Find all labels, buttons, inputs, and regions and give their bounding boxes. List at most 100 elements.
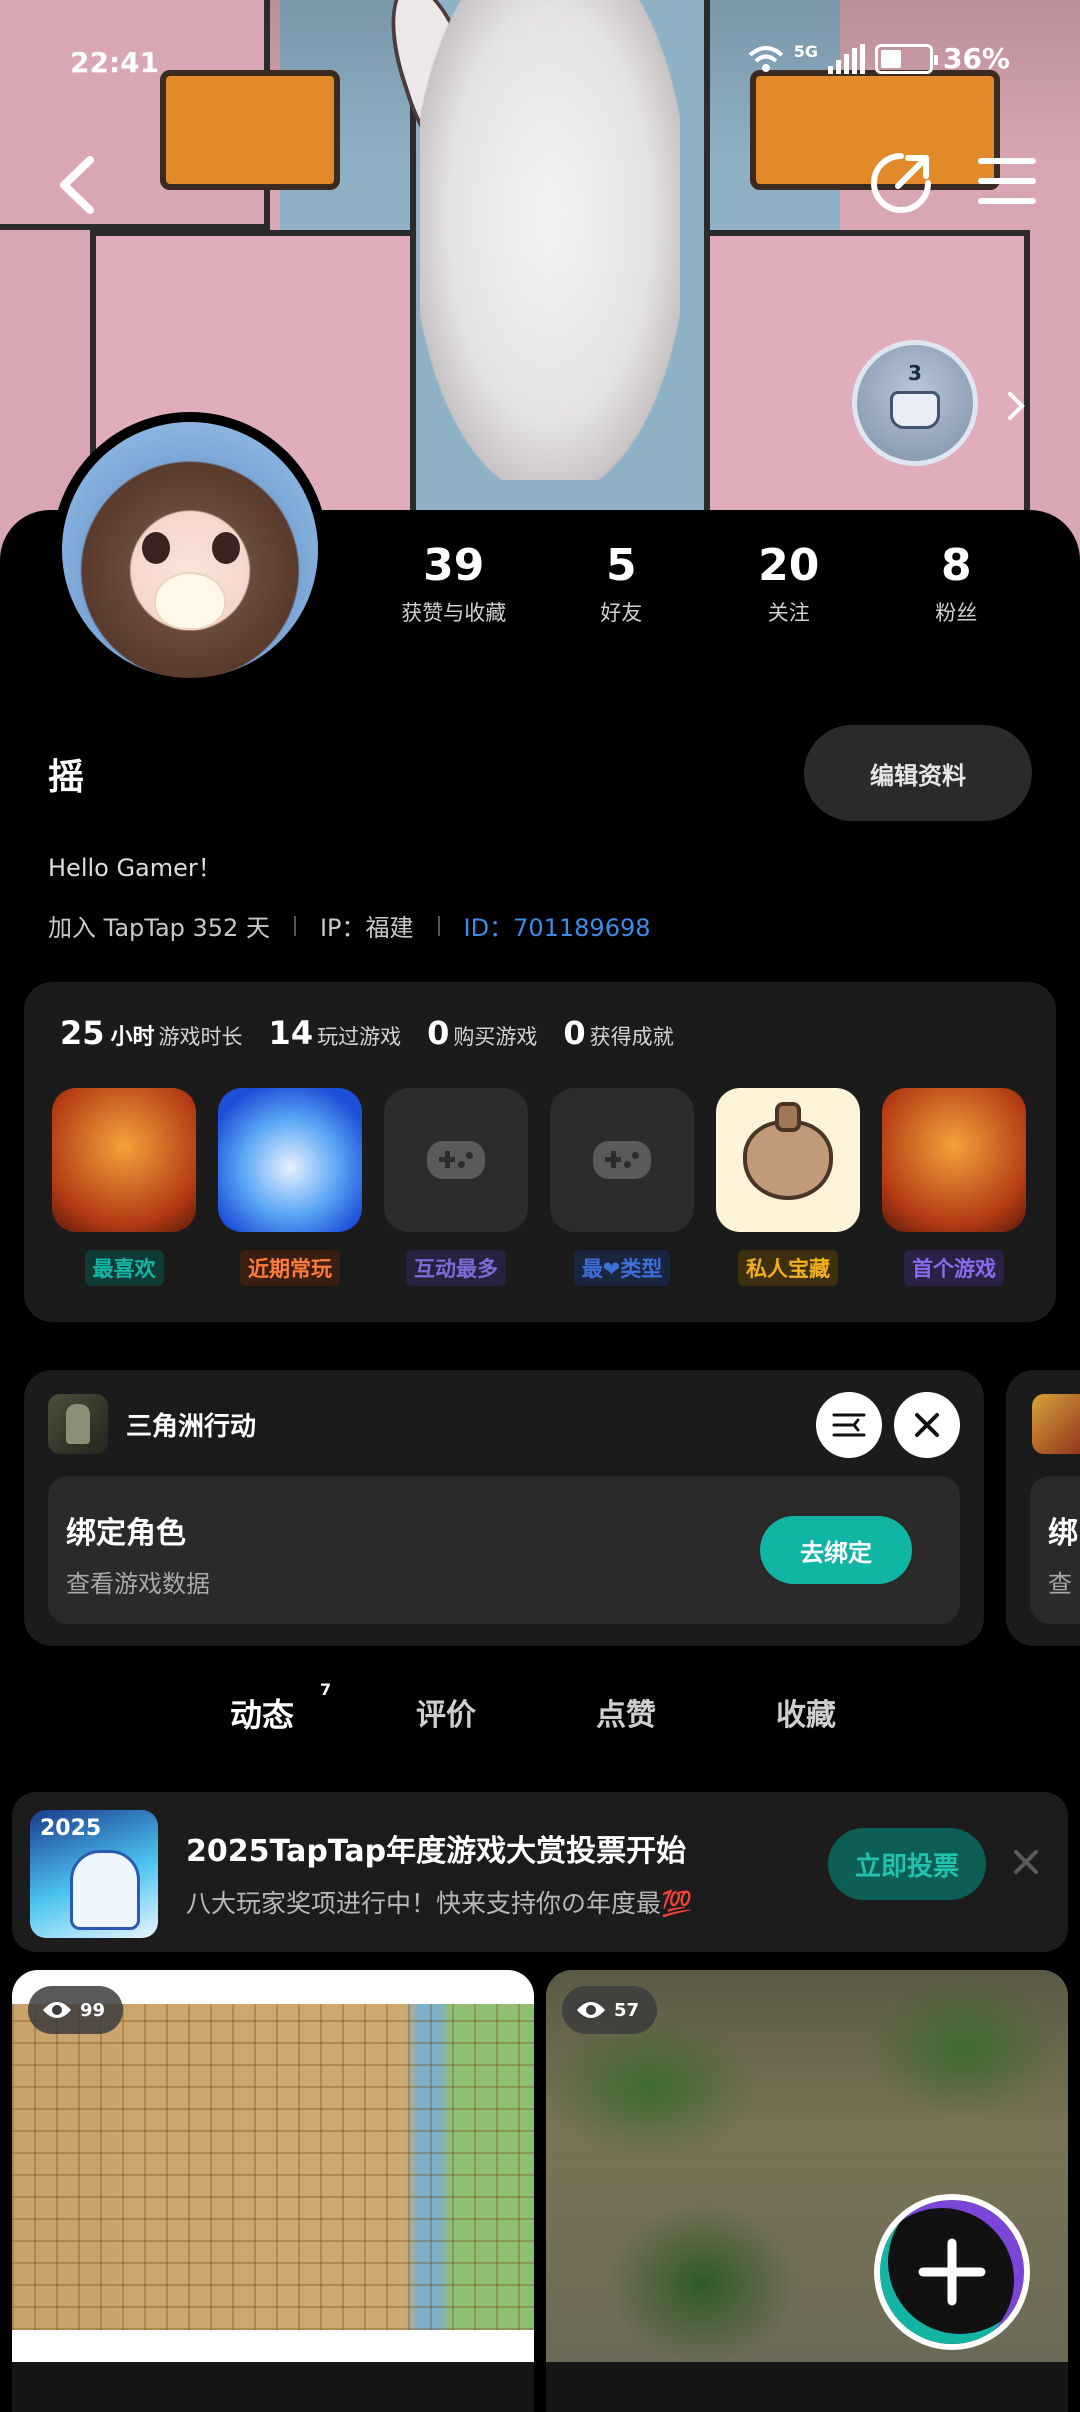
stat-number: 0 <box>563 1014 586 1052</box>
tile-label: 首个游戏 <box>904 1250 1004 1286</box>
bind-role-card-next[interactable]: 绑 查 <box>1006 1370 1080 1646</box>
eye-icon <box>43 2002 71 2018</box>
network-type: 5G <box>793 42 818 61</box>
bind-role-title: 绑定角色 <box>66 1516 186 1551</box>
profile-tabs: 动态 7 评价 点赞 收藏 <box>0 1680 1080 1760</box>
tile-first-game[interactable]: 首个游戏 <box>882 1088 1026 1286</box>
tile-favorite[interactable]: 最喜欢 <box>52 1088 196 1286</box>
games-bought[interactable]: 0 购买游戏 <box>427 1014 537 1052</box>
feed-card[interactable]: 57 <box>546 1970 1068 2412</box>
profile-meta: 加入 TapTap 352 天 IP：福建 ID：701189698 <box>48 908 651 943</box>
view-count-value: 99 <box>80 1999 106 2021</box>
image-border <box>12 2330 534 2362</box>
stat-following[interactable]: 20 关注 <box>709 540 869 627</box>
stat-text: 获得成就 <box>589 1025 674 1049</box>
sort-icon[interactable] <box>816 1392 882 1458</box>
game-name: 三角洲行动 <box>126 1411 257 1442</box>
stat-label: 好友 <box>600 600 643 625</box>
share-icon[interactable] <box>868 150 934 216</box>
stat-friends[interactable]: 5 好友 <box>541 540 701 627</box>
acorn-icon <box>716 1088 860 1232</box>
tile-favorite-genre[interactable]: 最❤类型 <box>550 1088 694 1286</box>
banner-year: 2025 <box>40 1816 102 1841</box>
bind-button[interactable]: 去绑定 <box>760 1516 912 1584</box>
ip-location: IP：福建 <box>319 914 414 942</box>
bind-role-panel: 绑 查 <box>1030 1476 1080 1624</box>
level-badge[interactable]: 3 <box>852 340 978 466</box>
bind-role-subtitle: 查看游戏数据 <box>66 1570 210 1598</box>
stat-text: 游戏时长 <box>158 1025 243 1049</box>
create-post-button[interactable] <box>874 2194 1030 2350</box>
stat-number: 0 <box>427 1014 450 1052</box>
vote-banner[interactable]: 2025 2025TapTap年度游戏大赏投票开始 八大玩家奖项进行中！快来支持… <box>12 1792 1068 1952</box>
tab-likes[interactable]: 点赞 <box>596 1690 656 1734</box>
game-icon <box>52 1088 196 1232</box>
back-icon[interactable] <box>50 150 110 220</box>
feed-image <box>12 2004 534 2330</box>
user-id[interactable]: ID：701189698 <box>464 908 651 943</box>
eye-icon <box>577 2002 605 2018</box>
feed-card[interactable]: 99 <box>12 1970 534 2412</box>
view-count: 99 <box>28 1986 124 2034</box>
achievements[interactable]: 0 获得成就 <box>563 1014 673 1052</box>
bind-role-card: 三角洲行动 绑定角色 查看游戏数据 去绑定 <box>24 1370 984 1646</box>
banner-title: 2025TapTap年度游戏大赏投票开始 <box>186 1834 687 1869</box>
stat-text: 购买游戏 <box>453 1025 538 1049</box>
stat-followers[interactable]: 8 粉丝 <box>876 540 1036 627</box>
edit-profile-button[interactable]: 编辑资料 <box>804 725 1032 821</box>
wifi-icon <box>748 45 784 72</box>
join-days: 加入 TapTap 352 天 <box>48 914 270 942</box>
chevron-right-icon[interactable] <box>1000 386 1030 426</box>
gamepad-icon <box>384 1088 528 1232</box>
active-tab-indicator <box>222 1738 318 1752</box>
play-time[interactable]: 25 小时 游戏时长 <box>60 1014 243 1052</box>
menu-icon[interactable] <box>978 158 1036 208</box>
bind-role-subtitle: 查 <box>1048 1570 1072 1598</box>
tile-most-interaction[interactable]: 互动最多 <box>384 1088 528 1286</box>
vote-button[interactable]: 立即投票 <box>828 1828 986 1900</box>
divider <box>437 915 440 936</box>
stat-text: 玩过游戏 <box>317 1025 402 1049</box>
level-number: 3 <box>908 361 922 385</box>
bio: Hello Gamer！ <box>48 854 222 882</box>
stat-label: 粉丝 <box>935 600 978 625</box>
signal-icon <box>827 43 865 74</box>
game-icon <box>218 1088 362 1232</box>
view-count: 57 <box>562 1986 658 2034</box>
username: 摇 <box>48 757 85 798</box>
tile-label: 私人宝藏 <box>738 1250 838 1286</box>
games-played[interactable]: 14 玩过游戏 <box>269 1014 402 1052</box>
divider <box>293 915 296 936</box>
stat-number: 25 <box>60 1014 105 1052</box>
game-icon <box>48 1394 108 1454</box>
close-icon[interactable] <box>894 1392 960 1458</box>
battery-icon <box>874 43 938 74</box>
tab-favorites[interactable]: 收藏 <box>776 1690 836 1734</box>
banner-image: 2025 <box>30 1810 158 1938</box>
view-count-value: 57 <box>614 1999 640 2021</box>
game-icon <box>882 1088 1026 1232</box>
game-tiles: 最喜欢 近期常玩 互动最多 最❤类型 私人宝藏 首个游戏 <box>52 1088 1026 1286</box>
stat-label: 获赞与收藏 <box>401 600 507 625</box>
plus-icon <box>918 2238 986 2306</box>
status-bar: 22:41 5G 36% <box>0 40 1080 90</box>
tile-treasure[interactable]: 私人宝藏 <box>716 1088 860 1286</box>
bind-card-header: 三角洲行动 <box>48 1394 256 1454</box>
stat-likes[interactable]: 39 获赞与收藏 <box>374 540 534 627</box>
gamepad-icon <box>550 1088 694 1232</box>
stat-value: 5 <box>605 540 637 591</box>
status-icons: 5G 36% <box>748 42 1010 75</box>
battery-percent: 36% <box>942 42 1010 75</box>
avatar-image <box>62 422 318 678</box>
tab-moments[interactable]: 动态 <box>230 1690 294 1736</box>
banner-subtitle: 八大玩家奖项进行中！快来支持你の年度最💯 <box>186 1889 693 1918</box>
tile-recent[interactable]: 近期常玩 <box>218 1088 362 1286</box>
tab-reviews[interactable]: 评价 <box>416 1690 476 1734</box>
avatar[interactable] <box>52 412 328 688</box>
game-stats-card: 25 小时 游戏时长 14 玩过游戏 0 购买游戏 0 获得成就 最喜欢 近期常玩 互动最… <box>24 982 1056 1322</box>
thumbs-up-icon <box>890 391 940 429</box>
bind-role-panel: 绑定角色 查看游戏数据 去绑定 <box>48 1476 960 1624</box>
stat-label: 关注 <box>767 600 810 625</box>
status-time: 22:41 <box>70 46 160 79</box>
close-icon[interactable] <box>1008 1844 1044 1880</box>
